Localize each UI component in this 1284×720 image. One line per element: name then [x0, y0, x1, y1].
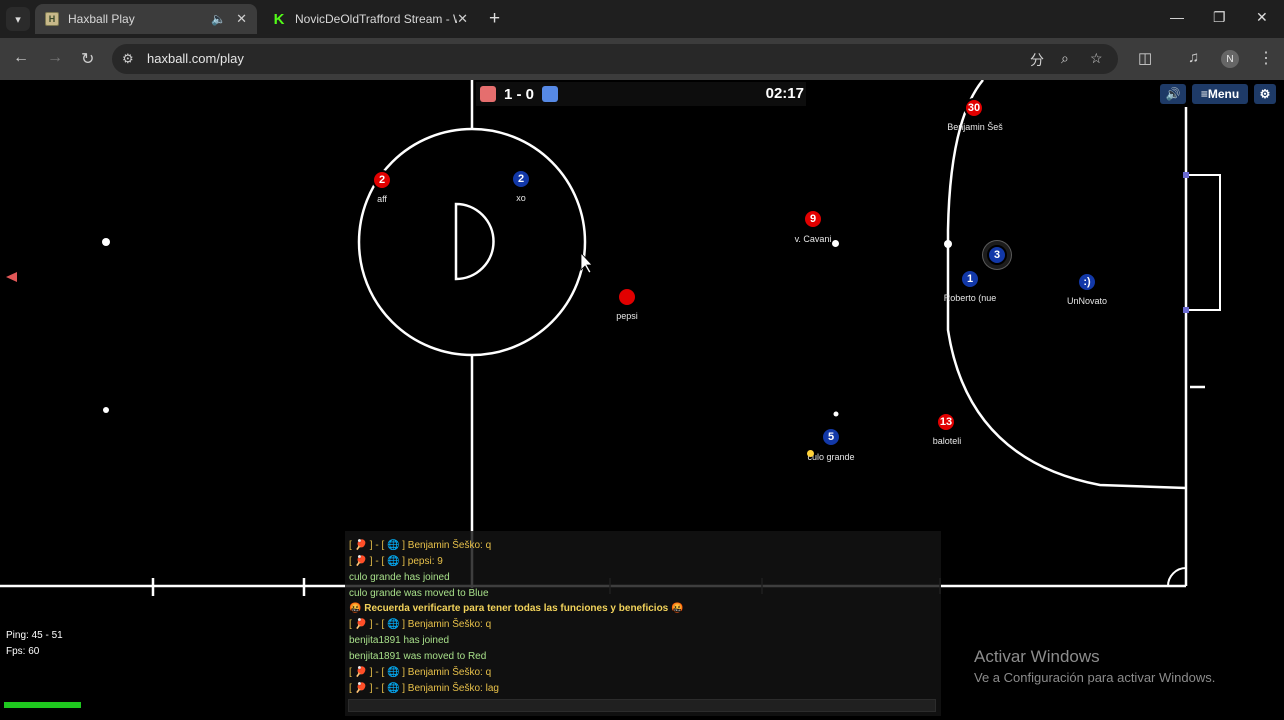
- chat-message: [ 🏓 ] - [ 🌐 ] Benjamin Šeško: q: [349, 619, 492, 630]
- menu-button[interactable]: ≡Menu: [1192, 84, 1248, 104]
- kick-favicon-icon: K: [273, 10, 285, 28]
- player-name: pepsi: [616, 311, 638, 321]
- tab-title: NovicDeOldTrafford Stream - W: [295, 12, 458, 26]
- tab-stream[interactable]: K NovicDeOldTrafford Stream - W ✕: [262, 4, 478, 34]
- red-team-square-icon: [480, 86, 496, 102]
- sound-button[interactable]: 🔊: [1160, 84, 1186, 104]
- player-disc: 2: [511, 169, 531, 189]
- profile-avatar[interactable]: N: [1221, 50, 1239, 68]
- tab-haxball[interactable]: H Haxball Play 🔈 ✕: [35, 4, 257, 34]
- chat-message: benjita1891 was moved to Red: [349, 651, 487, 662]
- url-text[interactable]: haxball.com/play: [147, 51, 244, 66]
- tab-search-button[interactable]: ▾: [6, 7, 30, 31]
- more-menu-icon[interactable]: ⋮: [1258, 48, 1274, 68]
- player-disc: 5: [821, 427, 841, 447]
- chevron-down-icon: ▾: [15, 13, 21, 26]
- offscreen-player-indicator-icon: [6, 272, 17, 282]
- fps-readout: Fps: 60: [6, 646, 40, 657]
- activation-watermark-title: Activar Windows: [974, 647, 1100, 666]
- tab-strip: ▾ H Haxball Play 🔈 ✕ K NovicDeOldTraffor…: [0, 0, 1284, 38]
- chat-panel: [ 🏓 ] - [ 🌐 ] Benjamin Šeško: q [ 🏓 ] - …: [345, 531, 941, 716]
- media-controls-icon[interactable]: ♫: [1188, 49, 1199, 66]
- chat-message: culo grande has joined: [349, 572, 450, 583]
- chat-message: [ 🏓 ] - [ 🌐 ] pepsi: 9: [349, 556, 443, 567]
- browser-toolbar: ← → ↻ ⚙ haxball.com/play 分 ⌕ ☆ ◫ ♫ N ⋮: [0, 38, 1284, 80]
- minimize-icon[interactable]: —: [1170, 9, 1184, 25]
- player-disc: [617, 287, 637, 307]
- player-disc: 2: [372, 170, 392, 190]
- chat-input[interactable]: [348, 699, 936, 712]
- window-close-icon[interactable]: ✕: [1256, 9, 1268, 26]
- player-name: UnNovato: [1066, 296, 1108, 306]
- player-disc: 1: [960, 269, 980, 289]
- player-disc: 13: [936, 412, 956, 432]
- close-tab-icon[interactable]: ✕: [457, 11, 468, 27]
- player-name: Roberto (nue: [943, 293, 997, 303]
- forward-arrow-icon[interactable]: →: [47, 49, 63, 67]
- site-settings-icon[interactable]: ⚙: [122, 51, 134, 67]
- my-player-disc: 3: [987, 245, 1007, 265]
- tab-title: Haxball Play: [68, 12, 135, 26]
- player-disc: :): [1077, 272, 1097, 292]
- player-disc: 9: [803, 209, 823, 229]
- score-text: 1 - 0: [504, 85, 535, 103]
- player-name: baloteli: [932, 436, 962, 446]
- haxball-favicon-icon: H: [45, 12, 59, 26]
- settings-button[interactable]: ⚙: [1254, 84, 1276, 104]
- back-arrow-icon[interactable]: ←: [13, 49, 29, 67]
- blue-team-square-icon: [542, 86, 559, 102]
- restore-icon[interactable]: ❐: [1213, 9, 1226, 26]
- match-timer: 02:17: [765, 85, 804, 102]
- extensions-icon[interactable]: ◫: [1138, 49, 1152, 67]
- chat-message: [ 🏓 ] - [ 🌐 ] Benjamin Šeško: q: [349, 540, 492, 551]
- activation-watermark-subtitle: Ve a Configuración para activar Windows.: [974, 670, 1216, 685]
- speaker-icon: 🔊: [1165, 87, 1181, 101]
- player-name: culo grande: [807, 452, 855, 462]
- speaker-icon[interactable]: 🔈: [211, 12, 226, 26]
- player-name: xo: [516, 193, 526, 203]
- bookmark-star-icon[interactable]: ☆: [1090, 50, 1103, 67]
- player-name: aff: [377, 194, 387, 204]
- chat-announcement: 🤬 Recuerda verificarte para tener todas …: [349, 603, 684, 614]
- scoreboard: 1 - 0 02:17: [476, 82, 806, 106]
- chat-message: culo grande was moved to Blue: [349, 588, 489, 599]
- game-ball: [832, 240, 839, 247]
- ping-readout: Ping: 45 - 51: [6, 630, 63, 641]
- address-bar[interactable]: ⚙ haxball.com/play 分 ⌕ ☆: [112, 44, 1118, 74]
- close-tab-icon[interactable]: ✕: [236, 11, 247, 27]
- game-viewport[interactable]: 1 - 0 02:17 🔊 ≡Menu ⚙ 2 aff 2 xo 9 v. Ca…: [0, 80, 1284, 720]
- chat-message: [ 🏓 ] - [ 🌐 ] Benjamin Šeško: lag: [349, 683, 499, 694]
- player-disc: 30: [964, 98, 984, 118]
- chat-message: [ 🏓 ] - [ 🌐 ] Benjamin Šeško: q: [349, 667, 492, 678]
- new-tab-button[interactable]: +: [489, 9, 500, 29]
- player-name: Benjamin Šeš: [947, 122, 1003, 132]
- game-ball-marker: [807, 450, 814, 457]
- reload-icon[interactable]: ↻: [81, 49, 94, 69]
- stamina-bar: [4, 702, 81, 708]
- gear-icon: ⚙: [1259, 87, 1271, 101]
- player-name: v. Cavani: [794, 234, 832, 244]
- translate-icon[interactable]: 分: [1030, 50, 1044, 70]
- chat-message: benjita1891 has joined: [349, 635, 450, 646]
- zoom-icon[interactable]: ⌕: [1061, 50, 1069, 67]
